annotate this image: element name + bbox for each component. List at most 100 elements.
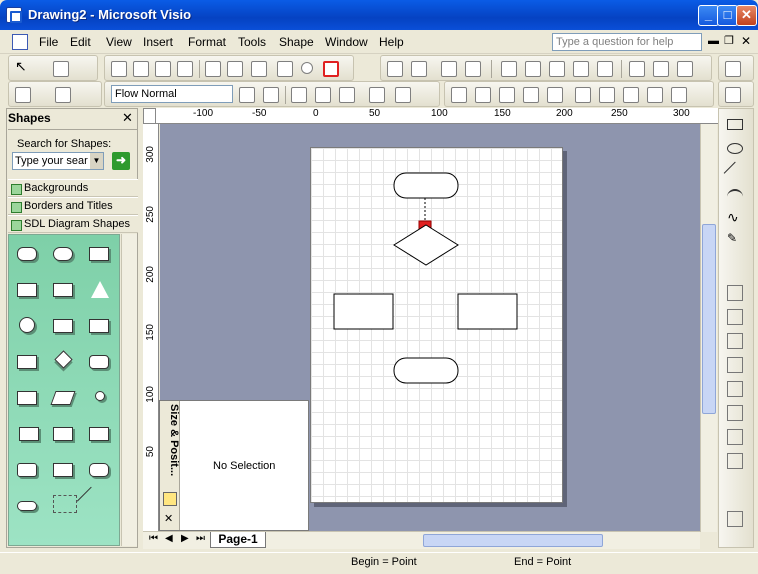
size-position-close-icon[interactable]: ✕ [164, 512, 173, 525]
stencil-borders-titles[interactable]: Borders and Titles [8, 197, 138, 215]
connector-tool-icon[interactable] [53, 61, 69, 77]
flip-vertical-icon[interactable] [573, 61, 589, 77]
zoom-in-icon[interactable] [575, 87, 591, 103]
paragraph-icon[interactable] [395, 87, 411, 103]
menu-help[interactable]: Help [379, 35, 404, 49]
stencil-sdl-diagram-shapes[interactable]: SDL Diagram Shapes [8, 215, 138, 233]
reviewing-icon[interactable] [671, 87, 687, 103]
sdl-shape-decision-hex[interactable] [53, 319, 73, 333]
sdl-shape-connector[interactable] [95, 391, 105, 401]
terminator-shape-bottom[interactable] [393, 357, 459, 384]
rectangle-tool-icon[interactable] [727, 119, 743, 130]
pin-icon[interactable] [163, 492, 177, 506]
line-weight-icon[interactable] [55, 87, 71, 103]
menu-shape[interactable]: Shape [279, 35, 314, 49]
doc-minimize-icon[interactable]: ▬ [708, 35, 719, 47]
vertical-scroll-thumb[interactable] [702, 224, 716, 414]
doc-close-icon[interactable]: ✕ [741, 34, 751, 48]
sdl-shape-database[interactable] [17, 463, 37, 477]
sdl-shape-save[interactable] [89, 355, 109, 369]
sdl-shape-stop[interactable] [19, 317, 35, 333]
sdl-shape-start[interactable] [17, 247, 37, 261]
shape-data-icon[interactable] [599, 87, 615, 103]
connector-3-icon[interactable] [727, 333, 743, 349]
document-icon[interactable] [12, 34, 28, 50]
ungroup-icon[interactable] [227, 61, 243, 77]
menu-edit[interactable]: Edit [70, 35, 91, 49]
freeform-tool-icon[interactable]: ∿ [727, 209, 743, 225]
pan-zoom-icon[interactable] [547, 87, 563, 103]
align-center-icon[interactable] [411, 61, 427, 77]
vertical-scrollbar[interactable] [700, 124, 717, 532]
sdl-shape-procedure[interactable] [53, 247, 73, 261]
connector-8-icon[interactable] [727, 453, 743, 469]
sdl-shape-document[interactable] [89, 427, 109, 441]
properties-icon[interactable] [725, 61, 741, 77]
text-tool-icon[interactable] [727, 511, 743, 527]
hyperlink-icon[interactable] [647, 87, 663, 103]
connector-4-icon[interactable] [727, 357, 743, 373]
minimize-button[interactable]: _ [698, 5, 719, 26]
align-icon[interactable] [111, 61, 127, 77]
sdl-shape-rounded[interactable] [89, 463, 109, 477]
menu-tools[interactable]: Tools [238, 35, 266, 49]
copy-icon[interactable] [629, 61, 645, 77]
help-search-input[interactable]: Type a question for help [552, 33, 702, 51]
ellipse-tool-icon[interactable] [727, 143, 743, 154]
sdl-shape-terminator[interactable] [17, 501, 37, 511]
connector-1-icon[interactable] [727, 285, 743, 301]
doc-restore-icon[interactable]: ❐ [724, 34, 734, 47]
shape-ops-icon[interactable] [251, 61, 267, 77]
style-dropdown[interactable]: Flow Normal [111, 85, 233, 103]
superscript-icon[interactable] [315, 87, 331, 103]
connector-2-icon[interactable] [727, 309, 743, 325]
page-view-icon[interactable] [451, 87, 467, 103]
shapes-panel-close-button[interactable]: ✕ [122, 110, 133, 126]
arrange-icon[interactable] [441, 61, 457, 77]
align-left-icon[interactable] [387, 61, 403, 77]
visio-app-icon[interactable] [6, 7, 22, 23]
sdl-shape-box[interactable] [53, 463, 73, 477]
pointer-tool-icon[interactable]: ↖ [15, 58, 31, 74]
decrease-font-icon[interactable] [263, 87, 279, 103]
prev-page-icon[interactable]: ◀ [165, 533, 173, 544]
guides-icon[interactable] [499, 87, 515, 103]
shapes-panel-scrollbar[interactable] [121, 234, 137, 546]
select-red-icon[interactable] [323, 61, 339, 77]
text-block-icon[interactable] [369, 87, 385, 103]
sdl-shape-dynamic-connector[interactable] [53, 495, 77, 513]
sdl-shape-multiple-documents[interactable] [53, 427, 73, 441]
menu-view[interactable]: View [106, 35, 132, 49]
first-page-icon[interactable]: ⏮ [149, 533, 158, 544]
sdl-shape-state[interactable] [89, 247, 109, 261]
rotate-left-icon[interactable] [501, 61, 517, 77]
duplicate-icon[interactable] [653, 61, 669, 77]
process-shape-right[interactable] [457, 293, 518, 330]
sdl-shape-line-connector[interactable] [76, 486, 106, 515]
connector-5-icon[interactable] [727, 381, 743, 397]
flip-icon[interactable] [277, 61, 293, 77]
process-shape-left[interactable] [333, 293, 394, 330]
group-icon[interactable] [205, 61, 221, 77]
sdl-shape-off-page[interactable] [19, 427, 39, 441]
sdl-shape-output[interactable] [53, 283, 73, 297]
horizontal-scroll-thumb[interactable] [423, 534, 603, 547]
flip-horizontal-icon[interactable] [549, 61, 565, 77]
layout-icon[interactable] [155, 61, 171, 77]
sdl-shape-input[interactable] [17, 355, 37, 369]
strikethrough-icon[interactable] [291, 87, 307, 103]
sdl-shape-diamond[interactable] [54, 350, 73, 369]
layer-properties-icon[interactable] [725, 87, 741, 103]
maximize-button[interactable]: □ [717, 5, 738, 26]
paste-icon[interactable] [677, 61, 693, 77]
search-dropdown-icon[interactable]: ▼ [90, 153, 103, 169]
pencil-tool-icon[interactable]: ✎ [727, 231, 743, 247]
text-style-icon[interactable] [597, 61, 613, 77]
rotate-right-icon[interactable] [525, 61, 541, 77]
next-page-icon[interactable]: ▶ [181, 533, 189, 544]
close-button[interactable]: ✕ [736, 5, 757, 26]
last-page-icon[interactable]: ⏭ [196, 533, 205, 544]
sdl-shape-task[interactable] [17, 283, 37, 297]
sdl-shape-note[interactable] [17, 391, 37, 405]
sdl-shape-parallelogram[interactable] [50, 391, 76, 405]
